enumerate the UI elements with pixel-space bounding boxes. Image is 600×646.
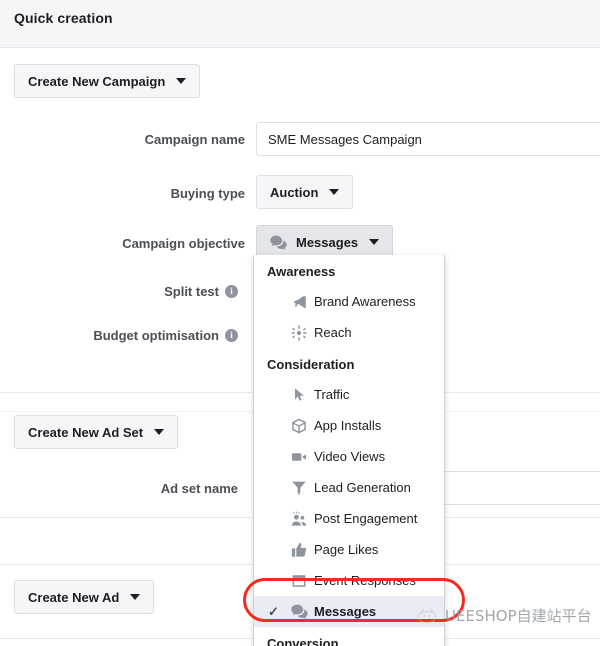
campaign-objective-dropdown[interactable]: Messages <box>256 225 393 259</box>
create-new-campaign-button[interactable]: Create New Campaign <box>14 64 200 98</box>
menu-group-awareness: Awareness <box>254 255 444 286</box>
info-icon[interactable]: i <box>225 329 238 342</box>
menu-item-page-likes[interactable]: Page Likes <box>254 534 444 565</box>
campaign-objective-menu[interactable]: Awareness Brand Awareness <box>253 255 445 646</box>
split-test-label: Split testi <box>0 283 238 299</box>
campaign-objective-label: Campaign objective <box>0 235 245 251</box>
menu-item-label: Lead Generation <box>312 480 411 495</box>
menu-item-traffic[interactable]: Traffic <box>254 379 444 410</box>
menu-item-reach[interactable]: Reach <box>254 317 444 348</box>
cursor-icon <box>286 387 312 403</box>
menu-item-label: Post Engagement <box>312 511 417 526</box>
ad-set-name-label: Ad set name <box>0 480 238 496</box>
check-icon: ✓ <box>268 605 286 618</box>
chevron-down-icon <box>329 189 339 195</box>
create-new-campaign-label: Create New Campaign <box>28 74 165 89</box>
menu-item-label: Video Views <box>312 449 385 464</box>
burst-icon <box>286 325 312 341</box>
menu-item-label: Brand Awareness <box>312 294 416 309</box>
menu-item-brand-awareness[interactable]: Brand Awareness <box>254 286 444 317</box>
menu-item-label: Page Likes <box>312 542 378 557</box>
create-new-ad-set-label: Create New Ad Set <box>28 425 143 440</box>
cube-icon <box>286 418 312 434</box>
chevron-down-icon <box>154 429 164 435</box>
watermark: UEESHOP自建站平台 <box>414 605 592 626</box>
chevron-down-icon <box>369 239 379 245</box>
menu-item-label: App Installs <box>312 418 381 433</box>
budget-optimisation-label: Budget optimisationi <box>0 327 238 343</box>
menu-item-label: Traffic <box>312 387 349 402</box>
watermark-text: UEESHOP自建站平台 <box>445 605 592 626</box>
campaign-name-input[interactable] <box>256 122 600 156</box>
thumbs-up-icon <box>286 542 312 558</box>
info-icon[interactable]: i <box>225 285 238 298</box>
menu-item-label: Messages <box>312 604 376 619</box>
buying-type-dropdown[interactable]: Auction <box>256 175 353 209</box>
chevron-down-icon <box>130 594 140 600</box>
people-icon <box>286 511 312 527</box>
menu-group-consideration: Consideration <box>254 348 444 379</box>
menu-item-video-views[interactable]: Video Views <box>254 441 444 472</box>
campaign-objective-value: Messages <box>296 235 358 250</box>
page-header: Quick creation <box>0 0 600 48</box>
messages-bubble-icon <box>270 235 287 250</box>
watermark-logo-icon <box>414 607 440 625</box>
menu-group-conversion: Conversion <box>254 627 444 646</box>
funnel-icon <box>286 480 312 496</box>
chevron-down-icon <box>176 78 186 84</box>
menu-item-lead-generation[interactable]: Lead Generation <box>254 472 444 503</box>
calendar-icon <box>286 573 312 589</box>
create-new-ad-set-button[interactable]: Create New Ad Set <box>14 415 178 449</box>
page-title: Quick creation <box>14 10 113 26</box>
messages-bubble-icon <box>286 604 312 619</box>
megaphone-icon <box>286 294 312 310</box>
menu-item-event-responses[interactable]: Event Responses <box>254 565 444 596</box>
menu-item-label: Reach <box>312 325 352 340</box>
menu-item-app-installs[interactable]: App Installs <box>254 410 444 441</box>
create-new-ad-label: Create New Ad <box>28 590 119 605</box>
create-new-ad-button[interactable]: Create New Ad <box>14 580 154 614</box>
menu-item-post-engagement[interactable]: Post Engagement <box>254 503 444 534</box>
buying-type-value: Auction <box>270 185 318 200</box>
menu-item-label: Event Responses <box>312 573 416 588</box>
video-camera-icon <box>286 449 312 465</box>
campaign-name-label: Campaign name <box>0 131 245 147</box>
buying-type-label: Buying type <box>0 185 245 201</box>
